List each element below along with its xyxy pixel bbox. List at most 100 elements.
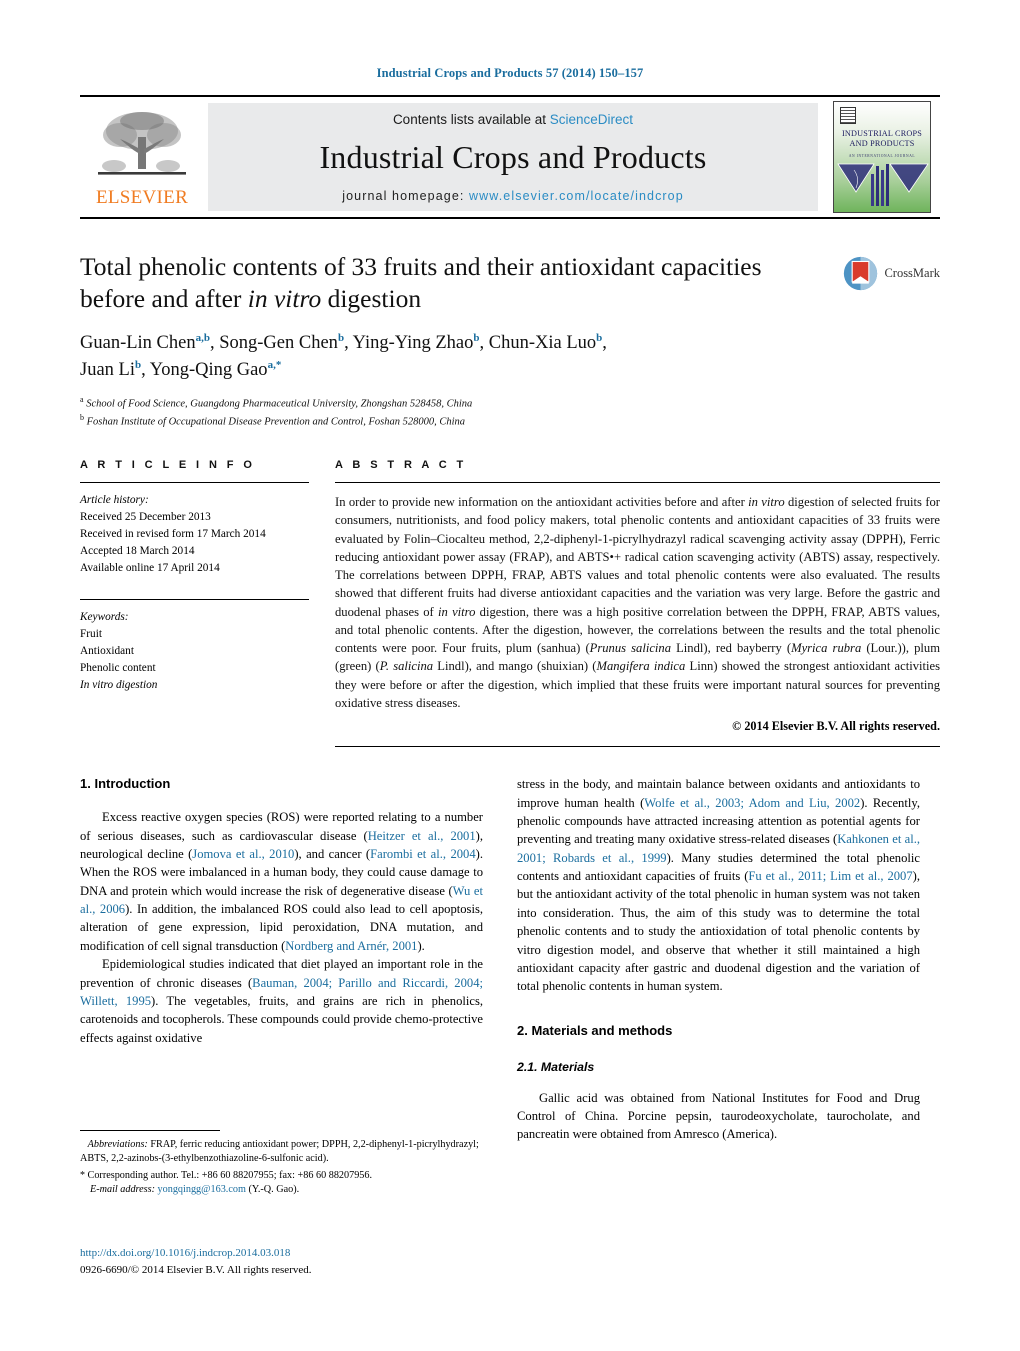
author-6-affil-mark: a,* (267, 358, 282, 371)
abstract-text: In order to provide new information on t… (335, 483, 940, 712)
corresponding-author-text: Corresponding author. Tel.: +86 60 88207… (85, 1169, 373, 1181)
journal-masthead: ELSEVIER Contents lists available at Sci… (80, 95, 940, 219)
citation-farombi[interactable]: Farombi et al., 2004 (370, 847, 476, 861)
intro-paragraph-1: Excess reactive oxygen species (ROS) wer… (80, 808, 483, 955)
footnote-corresponding-author: * Corresponding author. Tel.: +86 60 882… (80, 1169, 483, 1183)
page-title: Total phenolic contents of 33 fruits and… (80, 251, 840, 315)
citation-wolfe[interactable]: Wolfe et al., 2003; Adom and Liu, 2002 (644, 796, 860, 810)
affiliation-b-text: Foshan Institute of Occupational Disease… (86, 416, 465, 427)
email-label: E-mail address: (90, 1184, 155, 1196)
author-5[interactable]: Juan Li (80, 360, 135, 380)
journal-cover-wrap: INDUSTRIAL CROPS AND PRODUCTS AN INTERNA… (824, 97, 940, 217)
citation-heitzer[interactable]: Heitzer et al., 2001 (368, 829, 476, 843)
abstract-heading: A B S T R A C T (335, 459, 467, 472)
contents-prefix: Contents lists available at (392, 112, 550, 127)
title-line1: Total phenolic contents of 33 fruits and… (80, 252, 762, 281)
keyword-antioxidant: Antioxidant (80, 644, 134, 657)
citation-jomova[interactable]: Jomova et al., 2010 (192, 847, 294, 861)
keyword-phenolic-content: Phenolic content (80, 661, 156, 674)
footnote-abbreviations: Abbreviations: FRAP, ferric reducing ant… (80, 1138, 483, 1167)
affiliation-a: a School of Food Science, Guangdong Phar… (80, 394, 940, 412)
article-info-column: A R T I C L E I N F O Article history: R… (80, 459, 335, 747)
affiliation-b: b Foshan Institute of Occupational Disea… (80, 412, 940, 430)
journal-homepage-line: journal homepage: www.elsevier.com/locat… (342, 189, 684, 203)
cover-subtitle: AN INTERNATIONAL JOURNAL (848, 154, 916, 158)
abs-it-1: in vitro (748, 495, 785, 510)
history-accepted: Accepted 18 March 2014 (80, 545, 195, 558)
sciencedirect-link[interactable]: ScienceDirect (550, 112, 633, 127)
paper-page: Industrial Crops and Products 57 (2014) … (0, 0, 1020, 1351)
citation-fu[interactable]: Fu et al., 2011; Lim et al., 2007 (748, 869, 912, 883)
issn-copyright-line: 0926-6690/© 2014 Elsevier B.V. All right… (80, 1263, 312, 1276)
journal-cover-image: INDUSTRIAL CROPS AND PRODUCTS AN INTERNA… (833, 101, 931, 213)
materials-paragraph-1: Gallic acid was obtained from National I… (517, 1090, 920, 1142)
affiliation-b-mark: b (80, 412, 84, 422)
author-list: Guan-Lin Chena,b, Song-Gen Chenb, Ying-Y… (80, 330, 940, 383)
cover-title: INDUSTRIAL CROPS AND PRODUCTS (834, 129, 930, 148)
intro-p2-e: ), but the antioxidant activity of the t… (517, 869, 920, 994)
sep-4: , (602, 333, 607, 354)
author-4[interactable]: Chun-Xia Luo (489, 333, 596, 353)
title-line2-post: digestion (321, 284, 422, 314)
article-history: Article history: Received 25 December 20… (80, 483, 309, 577)
article-history-label: Article history: (80, 494, 149, 507)
body-column-right: stress in the body, and maintain balance… (517, 775, 920, 1144)
sep-3: , (479, 333, 489, 354)
keyword-fruit: Fruit (80, 627, 102, 640)
author-6[interactable]: Yong-Qing Gao (150, 360, 268, 380)
running-head: Industrial Crops and Products 57 (2014) … (376, 66, 644, 80)
abs-seg-2: digestion of selected fruits for consume… (335, 495, 940, 619)
journal-homepage-link[interactable]: www.elsevier.com/locate/indcrop (469, 189, 684, 203)
doi-line: http://dx.doi.org/10.1016/j.indcrop.2014… (80, 1245, 580, 1262)
title-line2-pre: before and after (80, 284, 248, 314)
crossmark-badge[interactable]: CrossMark (842, 255, 940, 292)
affiliation-list: a School of Food Science, Guangdong Phar… (80, 394, 940, 429)
email-suffix: (Y.-Q. Gao). (245, 1184, 300, 1196)
intro-p1-f: ). (417, 938, 425, 953)
abs-species-3: P. salicina (379, 659, 434, 674)
section-heading-introduction: 1. Introduction (80, 776, 171, 792)
page-footer: http://dx.doi.org/10.1016/j.indcrop.2014… (80, 1245, 580, 1278)
abs-species-4: Mangifera indica (596, 659, 686, 674)
footnote-rule (80, 1130, 220, 1131)
sep-2: , (344, 333, 353, 354)
info-abstract-row: A R T I C L E I N F O Article history: R… (80, 459, 940, 748)
keywords-block: Keywords: Fruit Antioxidant Phenolic con… (80, 598, 309, 694)
keyword-in-vitro-digestion: In vitro digestion (80, 678, 158, 691)
intro-paragraph-2-cont: stress in the body, and maintain balance… (517, 775, 920, 996)
author-2[interactable]: Song-Gen Chen (219, 333, 338, 353)
email-link[interactable]: yongqingg@163.com (158, 1184, 246, 1195)
abs-species-1: Prunus salicina (589, 641, 672, 656)
abstract-column: A B S T R A C T In order to provide new … (335, 459, 940, 748)
abs-seg-1: In order to provide new information on t… (335, 495, 749, 510)
masthead-center: Contents lists available at ScienceDirec… (208, 103, 818, 211)
abs-it-2: in vitro (438, 604, 476, 619)
sep-1: , (209, 333, 220, 354)
article-info-heading: A R T I C L E I N F O (80, 459, 256, 472)
cover-title-line1: INDUSTRIAL CROPS (841, 129, 922, 138)
history-online: Available online 17 April 2014 (80, 561, 220, 574)
affiliation-a-text: School of Food Science, Guangdong Pharma… (86, 398, 473, 410)
section-heading-materials-methods: 2. Materials and methods (517, 1022, 673, 1038)
abstract-copyright: © 2014 Elsevier B.V. All rights reserved… (732, 719, 940, 734)
cover-artwork-icon (837, 163, 929, 206)
abbreviations-label: Abbreviations: (87, 1139, 148, 1150)
crossmark-label: CrossMark (884, 266, 940, 280)
subsection-heading-materials: 2.1. Materials (517, 1059, 595, 1074)
abs-seg-4: Lindl), red bayberry ( (671, 641, 792, 656)
author-1[interactable]: Guan-Lin Chen (80, 333, 196, 353)
keywords-label: Keywords: (80, 610, 129, 623)
title-block: CrossMark Total phenolic contents of 33 … (80, 251, 940, 429)
citation-nordberg[interactable]: Nordberg and Arnér, 2001 (285, 939, 417, 953)
elsevier-wordmark: ELSEVIER (95, 187, 189, 208)
body-columns: 1. Introduction Excess reactive oxygen s… (80, 775, 940, 1144)
doi-link[interactable]: http://dx.doi.org/10.1016/j.indcrop.2014… (80, 1247, 290, 1259)
abs-species-2: Myrica rubra (791, 641, 862, 656)
author-3[interactable]: Ying-Ying Zhao (353, 333, 474, 353)
cover-badge-icon (840, 107, 856, 124)
contents-line: Contents lists available at ScienceDirec… (393, 112, 633, 127)
abstract-bottom-rule (335, 746, 940, 748)
cover-title-line2: AND PRODUCTS (849, 138, 915, 148)
affiliation-a-mark: a (80, 394, 84, 404)
sep-5: , (141, 359, 150, 380)
